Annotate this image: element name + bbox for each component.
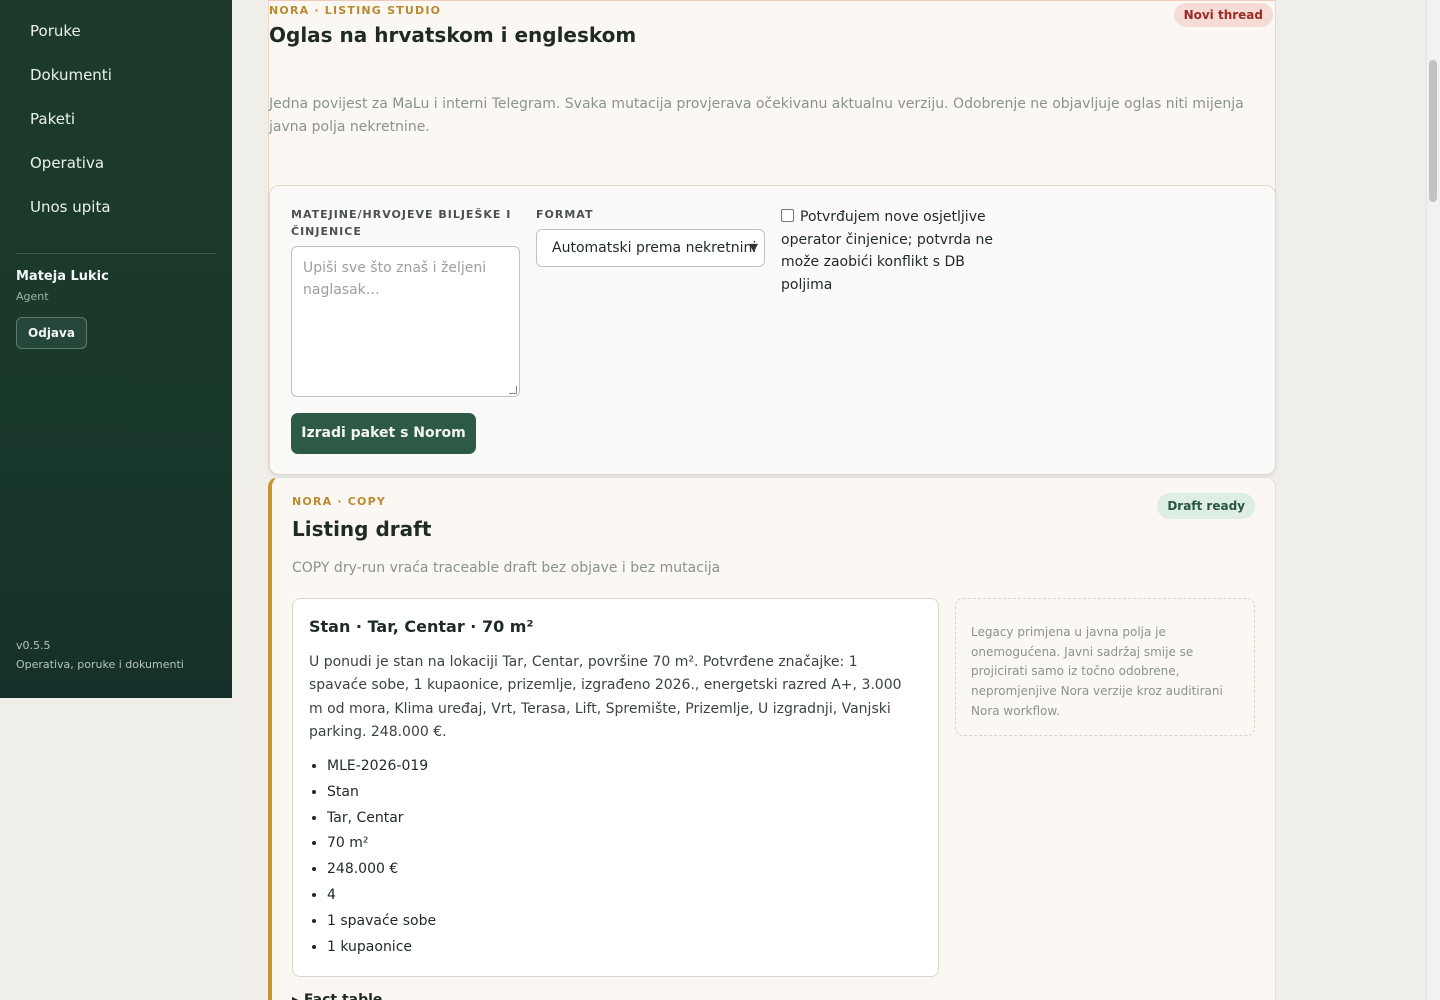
studio-eyebrow: NORA · LISTING STUDIO [269,4,442,17]
app-version: v0.5.5 [16,639,51,652]
sidebar-item-operativa[interactable]: Operativa [0,144,232,188]
format-label: FORMAT [536,208,594,221]
sensitive-facts-confirmation[interactable]: Potvrđujem nove osjetljive operator činj… [781,206,996,296]
list-item: 4 [327,884,436,910]
logout-button[interactable]: Odjava [16,317,87,349]
notes-textarea[interactable]: Upiši sve što znaš i željeni naglasak… [291,246,520,397]
listing-studio-panel: NORA · LISTING STUDIO Oglas na hrvatskom… [268,0,1276,475]
legacy-notice: Legacy primjena u javna polja je onemogu… [955,598,1255,736]
sidebar-item-unos-upita[interactable]: Unos upita [0,188,232,232]
list-item: 70 m² [327,832,436,858]
scrollbar-thumb[interactable] [1429,60,1437,202]
fact-table-label: Fact table [303,992,383,1000]
create-package-button[interactable]: Izradi paket s Norom [291,413,476,454]
studio-description: Jedna povijest za MaLu i interni Telegra… [269,96,1244,135]
chevron-down-icon: ▼ [749,241,758,254]
fact-table-toggle[interactable]: ▸ Fact table [292,992,382,1000]
user-role: Agent [16,290,49,303]
draft-status-badge: Draft ready [1157,493,1255,519]
sidebar-item-paketi[interactable]: Paketi [0,100,232,144]
list-item: 1 kupaonice [327,936,436,962]
copy-description: COPY dry-run vraća traceable draft bez o… [292,560,721,576]
copy-panel: NORA · COPY Listing draft Draft ready CO… [268,477,1276,1000]
page-scrollbar[interactable] [1426,0,1440,1000]
sidebar-item-dokumenti[interactable]: Dokumenti [0,56,232,100]
sidebar-item-poruke[interactable]: Poruke [0,12,232,56]
sidebar-divider [16,253,216,254]
listing-form: MATEJINE/HRVOJEVE BILJEŠKE I ČINJENICE U… [269,185,1276,475]
list-item: Stan [327,781,436,807]
notes-label: MATEJINE/HRVOJEVE BILJEŠKE I ČINJENICE [291,208,512,238]
list-item: Tar, Centar [327,807,436,833]
draft-card: Stan · Tar, Centar · 70 m² U ponudi je s… [292,598,939,977]
notes-placeholder: Upiši sve što znaš i željeni naglasak… [303,260,487,298]
copy-eyebrow: NORA · COPY [292,495,387,508]
draft-body: U ponudi je stan na lokaciji Tar, Centar… [309,654,902,740]
draft-facts-list: MLE-2026-019 Stan Tar, Centar 70 m² 248.… [327,755,436,961]
copy-title: Listing draft [292,517,432,541]
format-select[interactable]: Automatski prema nekretnini ▼ [536,229,765,267]
list-item: 1 spavaće sobe [327,910,436,936]
draft-heading: Stan · Tar, Centar · 70 m² [309,617,534,636]
confirm-text: Potvrđujem nove osjetljive operator činj… [781,209,994,293]
list-item: MLE-2026-019 [327,755,436,781]
list-item: 248.000 € [327,858,436,884]
sidebar-nav: Poruke Dokumenti Paketi Operativa Unos u… [0,12,232,232]
page-title: Oglas na hrvatskom i engleskom [269,23,637,47]
thread-status-badge: Novi thread [1173,3,1273,27]
resize-handle-icon[interactable] [509,386,517,394]
user-name: Mateja Lukic [16,269,109,284]
sidebar: Poruke Dokumenti Paketi Operativa Unos u… [0,0,232,698]
format-selected-value: Automatski prema nekretnini [552,240,757,256]
app-tagline: Operativa, poruke i dokumenti [16,658,184,671]
confirm-checkbox[interactable] [781,209,794,222]
